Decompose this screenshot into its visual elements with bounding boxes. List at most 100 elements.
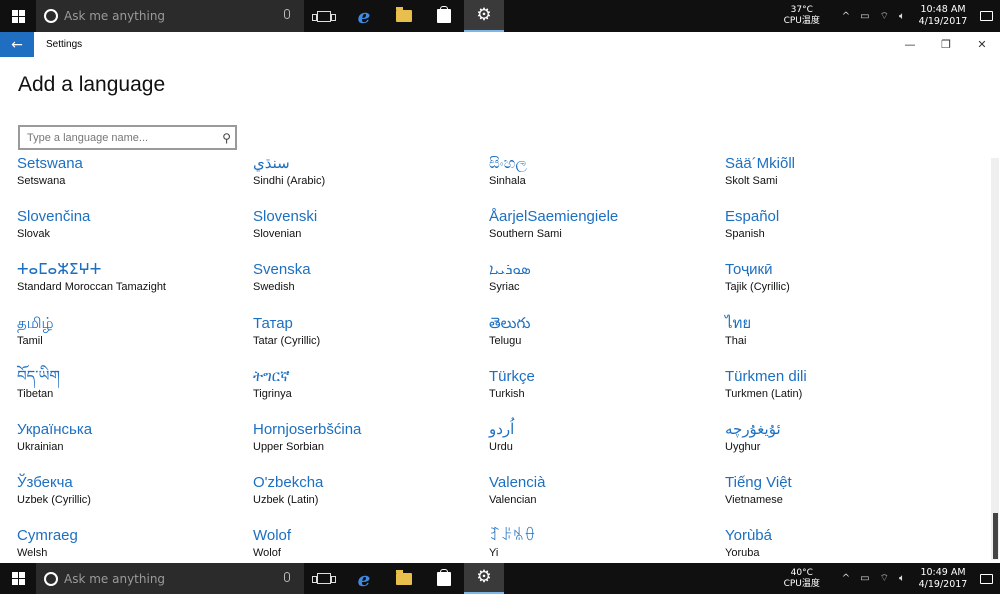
cortana-search-placeholder: Ask me anything [64, 571, 166, 586]
cortana-search[interactable]: Ask me anything [36, 0, 304, 32]
language-item[interactable]: Тоҷикӣ Tajik (Cyrillic) [725, 259, 961, 312]
language-english-name: Wolof [253, 547, 281, 560]
cpu-temp-value: 37°C [790, 5, 813, 15]
language-item[interactable]: ܣܘܪܝܝܐ Syriac [489, 259, 725, 312]
scrollbar-track[interactable] [991, 158, 999, 560]
language-item[interactable]: Ўзбекча Uzbek (Cyrillic) [17, 472, 253, 525]
language-item[interactable]: བོད་ཡིག Tibetan [17, 366, 253, 419]
back-button[interactable]: ← [0, 32, 34, 57]
system-tray: 40°C CPU温度 ^ ▭ ⌔ 🔈︎ 10:49 AM 4/19/2017 [777, 563, 1000, 594]
language-english-name: Urdu [489, 440, 513, 453]
task-view-button[interactable] [304, 0, 344, 32]
notification-icon [979, 11, 993, 21]
cortana-search[interactable]: Ask me anything [36, 563, 304, 594]
taskbar-top: Ask me anything e ⚙ 37°C CPU温度 ^ ▭ ⌔ 🔈︎ … [0, 0, 1000, 32]
language-native-name: Türkçe [489, 367, 535, 385]
battery-icon[interactable]: ▭ [860, 573, 869, 584]
edge-icon: e [357, 566, 371, 591]
language-search-input[interactable]: Type a language name... ⚲ [18, 125, 237, 150]
maximize-button[interactable]: ❐ [928, 32, 964, 57]
window-titlebar: ← Settings — ❐ ✕ [0, 32, 1000, 57]
language-native-name: O'zbekcha [253, 474, 324, 492]
store-icon [437, 568, 451, 586]
close-button[interactable]: ✕ [964, 32, 1000, 57]
language-item[interactable]: తెలుగు Telugu [489, 313, 725, 366]
file-explorer-button[interactable] [384, 0, 424, 32]
language-english-name: Southern Sami [489, 228, 562, 241]
microphone-icon[interactable] [284, 572, 290, 582]
language-native-name: Türkmen dili [725, 367, 807, 385]
language-native-name: Wolof [253, 527, 292, 545]
language-item[interactable]: ትግርኛ Tigrinya [253, 366, 489, 419]
cpu-temp-widget[interactable]: 37°C CPU温度 [777, 5, 827, 27]
language-english-name: Turkmen (Latin) [725, 387, 803, 400]
language-english-name: Syriac [489, 281, 520, 294]
volume-icon[interactable]: 🔈︎ [899, 11, 905, 22]
language-item[interactable]: ⵜⴰⵎⴰⵣⵉⵖⵜ Standard Moroccan Tamazight [17, 259, 253, 312]
language-item[interactable]: සිංහල Sinhala [489, 153, 725, 206]
language-english-name: Yi [489, 547, 499, 560]
language-item[interactable]: Türkçe Turkish [489, 366, 725, 419]
taskbar-bottom: Ask me anything e ⚙ 40°C CPU温度 ^ ▭ ⌔ 🔈︎ … [0, 563, 1000, 594]
language-item[interactable]: Sää´Mkiõll Skolt Sami [725, 153, 961, 206]
start-button[interactable] [0, 0, 36, 32]
language-native-name: Slovenčina [17, 208, 91, 226]
back-arrow-icon: ← [11, 36, 23, 53]
wifi-icon[interactable]: ⌔ [880, 10, 889, 23]
settings-taskbar-button[interactable]: ⚙ [464, 0, 504, 32]
language-item[interactable]: سنڌي Sindhi (Arabic) [253, 153, 489, 206]
window-title: Settings [46, 39, 83, 50]
language-item[interactable]: Español Spanish [725, 206, 961, 259]
language-english-name: Tamil [17, 334, 43, 347]
file-explorer-button[interactable] [384, 563, 424, 594]
edge-button[interactable]: e [344, 563, 384, 594]
language-item[interactable]: தமிழ் Tamil [17, 313, 253, 366]
scrollbar-thumb[interactable] [993, 513, 998, 559]
language-item[interactable]: ไทย Thai [725, 313, 961, 366]
chevron-up-icon[interactable]: ^ [842, 11, 850, 22]
edge-icon: e [357, 4, 371, 28]
language-native-name: ܣܘܪܝܝܐ [489, 261, 531, 279]
language-item[interactable]: Hornjoserbšćina Upper Sorbian [253, 419, 489, 472]
language-native-name: ÅarjelSaemiengiele [489, 208, 619, 226]
chevron-up-icon[interactable]: ^ [842, 573, 850, 584]
start-button[interactable] [0, 563, 36, 594]
language-item[interactable]: Svenska Swedish [253, 259, 489, 312]
store-icon [437, 6, 451, 23]
task-view-button[interactable] [304, 563, 344, 594]
language-item[interactable]: O'zbekcha Uzbek (Latin) [253, 472, 489, 525]
volume-icon[interactable]: 🔈︎ [899, 573, 905, 584]
language-english-name: Welsh [17, 547, 48, 560]
language-item[interactable]: ÅarjelSaemiengiele Southern Sami [489, 206, 725, 259]
language-item[interactable]: ئۇيغۇرچە Uyghur [725, 419, 961, 472]
wifi-icon[interactable]: ⌔ [880, 572, 889, 585]
language-item[interactable]: Tiếng Việt Vietnamese [725, 472, 961, 525]
action-center-button[interactable] [972, 573, 1000, 584]
edge-button[interactable]: e [344, 0, 384, 32]
search-icon[interactable]: ⚲ [215, 131, 231, 145]
cpu-temp-label: CPU温度 [783, 16, 820, 26]
language-item[interactable]: Setswana Setswana [17, 153, 253, 206]
language-english-name: Uyghur [725, 440, 761, 453]
clock[interactable]: 10:49 AM 4/19/2017 [914, 567, 972, 591]
store-button[interactable] [424, 0, 464, 32]
language-item[interactable]: اُردو Urdu [489, 419, 725, 472]
language-item[interactable]: Татар Tatar (Cyrillic) [253, 313, 489, 366]
battery-icon[interactable]: ▭ [860, 11, 869, 22]
language-item[interactable]: Українська Ukrainian [17, 419, 253, 472]
language-item[interactable]: Türkmen dili Turkmen (Latin) [725, 366, 961, 419]
minimize-button[interactable]: — [892, 32, 928, 57]
language-item[interactable]: Slovenski Slovenian [253, 206, 489, 259]
clock[interactable]: 10:48 AM 4/19/2017 [914, 4, 972, 28]
language-english-name: Thai [725, 334, 747, 347]
language-english-name: Spanish [725, 228, 765, 241]
language-native-name: తెలుగు [489, 314, 531, 332]
action-center-button[interactable] [972, 11, 1000, 21]
settings-taskbar-button[interactable]: ⚙ [464, 563, 504, 594]
cpu-temp-widget[interactable]: 40°C CPU温度 [777, 568, 827, 590]
language-item[interactable]: Slovenčina Slovak [17, 206, 253, 259]
store-button[interactable] [424, 563, 464, 594]
language-native-name: සිංහල [489, 155, 527, 172]
language-item[interactable]: Valencià Valencian [489, 472, 725, 525]
microphone-icon[interactable] [284, 9, 290, 19]
